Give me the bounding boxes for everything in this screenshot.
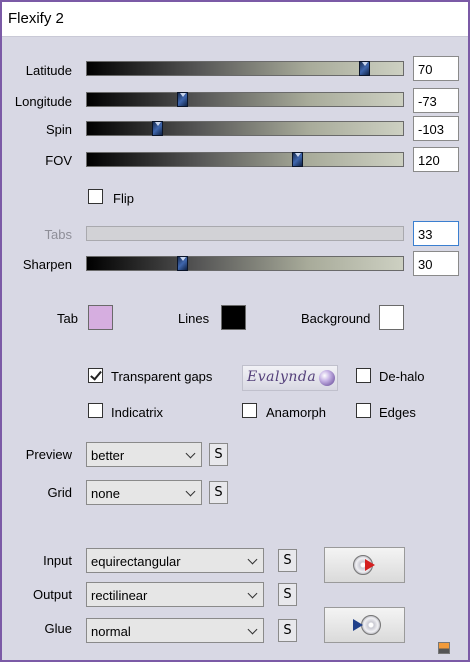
longitude-slider[interactable]: [86, 92, 404, 107]
evalynda-logo: Evalynda: [242, 365, 338, 391]
longitude-input[interactable]: -73: [413, 88, 459, 113]
grid-select-value: none: [91, 486, 120, 501]
glue-select[interactable]: normal: [86, 618, 264, 643]
fov-slider[interactable]: [86, 152, 404, 167]
sharpen-label: Sharpen: [22, 257, 72, 272]
lines-color-swatch[interactable]: [221, 305, 246, 330]
chevron-down-icon: [247, 554, 258, 565]
output-s-button[interactable]: S: [278, 583, 297, 606]
chevron-down-icon: [185, 486, 196, 497]
spin-slider-thumb[interactable]: [151, 121, 163, 136]
latitude-input[interactable]: 70: [413, 56, 459, 81]
indicatrix-checkbox[interactable]: [88, 403, 103, 418]
background-color-label: Background: [301, 311, 371, 326]
spin-input[interactable]: -103: [413, 116, 459, 141]
indicatrix-label: Indicatrix: [111, 405, 164, 420]
de-halo-label: De-halo: [379, 369, 425, 384]
background-color-swatch[interactable]: [379, 305, 404, 330]
logo-ball-icon: [319, 370, 335, 386]
tab-color-label: Tab: [57, 311, 78, 326]
window-title: Flexify 2: [8, 10, 64, 27]
spin-label: Spin: [45, 122, 72, 137]
anamorph-label: Anamorph: [266, 405, 326, 420]
flip-checkbox[interactable]: [88, 189, 103, 204]
glue-select-value: normal: [91, 624, 131, 639]
flip-label: Flip: [113, 191, 134, 206]
tabs-label: Tabs: [44, 227, 72, 242]
output-label: Output: [32, 587, 72, 602]
latitude-label: Latitude: [25, 63, 72, 78]
glue-s-button[interactable]: S: [278, 619, 297, 642]
latitude-slider[interactable]: [86, 61, 404, 76]
output-projection-select[interactable]: rectilinear: [86, 582, 264, 607]
resize-grip-icon: [438, 642, 450, 654]
disc-icon: [361, 615, 381, 635]
tab-color-swatch[interactable]: [88, 305, 113, 330]
transparent-gaps-label: Transparent gaps: [111, 369, 213, 384]
longitude-slider-thumb[interactable]: [177, 92, 189, 107]
title-bar: Flexify 2: [2, 2, 468, 37]
blue-arrow-icon: [353, 619, 363, 631]
chevron-down-icon: [185, 448, 196, 459]
chevron-down-icon: [247, 588, 258, 599]
tabs-slider: [86, 226, 404, 241]
grid-select[interactable]: none: [86, 480, 202, 505]
longitude-label: Longitude: [14, 94, 72, 109]
sharpen-slider[interactable]: [86, 256, 404, 271]
preview-s-button[interactable]: S: [209, 443, 228, 466]
output-select-value: rectilinear: [91, 588, 148, 603]
chevron-down-icon: [247, 624, 258, 635]
grid-label: Grid: [47, 485, 72, 500]
input-select-value: equirectangular: [91, 554, 181, 569]
transparent-gaps-checkbox[interactable]: [88, 368, 103, 383]
play-forward-button[interactable]: [324, 547, 405, 583]
logo-text: Evalynda: [247, 369, 317, 385]
grid-s-button[interactable]: S: [209, 481, 228, 504]
edges-label: Edges: [379, 405, 416, 420]
lines-color-label: Lines: [178, 311, 210, 326]
play-reverse-button[interactable]: [324, 607, 405, 643]
spin-slider[interactable]: [86, 121, 404, 136]
anamorph-checkbox[interactable]: [242, 403, 257, 418]
sharpen-slider-thumb[interactable]: [177, 256, 189, 271]
tabs-input[interactable]: 33: [413, 221, 459, 246]
preview-label: Preview: [25, 447, 72, 462]
red-arrow-icon: [365, 559, 375, 571]
glue-label: Glue: [44, 621, 72, 636]
fov-slider-thumb[interactable]: [291, 152, 303, 167]
input-projection-select[interactable]: equirectangular: [86, 548, 264, 573]
fov-input[interactable]: 120: [413, 147, 459, 172]
preview-select[interactable]: better: [86, 442, 202, 467]
latitude-slider-thumb[interactable]: [359, 61, 371, 76]
input-s-button[interactable]: S: [278, 549, 297, 572]
sharpen-input[interactable]: 30: [413, 251, 459, 276]
input-label: Input: [43, 553, 72, 568]
edges-checkbox[interactable]: [356, 403, 371, 418]
fov-label: FOV: [45, 153, 72, 168]
de-halo-checkbox[interactable]: [356, 368, 371, 383]
preview-select-value: better: [91, 448, 125, 463]
flexify-dialog: Flexify 2 Latitude 70 Longitude -73 Spin…: [0, 0, 470, 662]
